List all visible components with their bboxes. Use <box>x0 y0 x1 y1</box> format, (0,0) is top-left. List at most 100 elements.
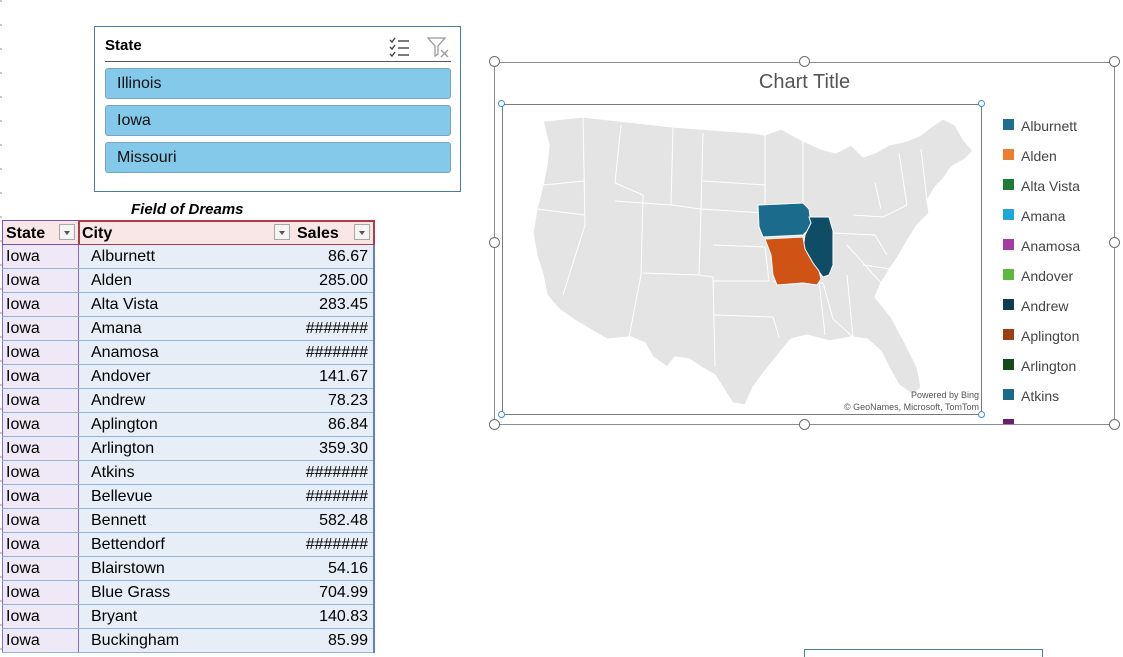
cell-sales[interactable]: 86.84 <box>328 413 368 437</box>
slicer-header: State <box>105 37 451 59</box>
cell-city[interactable]: Arlington <box>91 437 154 461</box>
cell-state[interactable]: Iowa <box>6 581 40 605</box>
cell-sales[interactable]: ####### <box>306 461 368 485</box>
cell-sales[interactable]: 141.67 <box>319 365 368 389</box>
clear-filter-icon[interactable] <box>426 35 450 59</box>
plot-handle-top-right[interactable] <box>978 100 985 107</box>
cell-state[interactable]: Iowa <box>6 341 40 365</box>
cell-city[interactable]: Andrew <box>91 389 145 413</box>
table-row[interactable]: Iowa Amana ####### <box>2 317 375 341</box>
table-row[interactable]: Iowa Andover 141.67 <box>2 365 375 389</box>
cell-state[interactable]: Iowa <box>6 389 40 413</box>
cell-sales[interactable]: 359.30 <box>319 437 368 461</box>
cell-sales[interactable]: 704.99 <box>319 581 368 605</box>
chart-legend[interactable]: Alburnett Alden Alta Vista Amana Anamosa Ando… <box>1000 112 1110 424</box>
legend-label: Anamosa <box>1021 238 1081 254</box>
cell-state[interactable]: Iowa <box>6 245 40 269</box>
cell-state[interactable]: Iowa <box>6 317 40 341</box>
plot-handle-top-left[interactable] <box>498 100 505 107</box>
legend-label: Andrew <box>1021 298 1069 314</box>
cell-sales[interactable]: 78.23 <box>328 389 368 413</box>
cell-city[interactable]: Blairstown <box>91 557 165 581</box>
cell-city[interactable]: Alden <box>91 269 132 293</box>
cell-city[interactable]: Andover <box>91 365 151 389</box>
cell-state[interactable]: Iowa <box>6 437 40 461</box>
resize-handle-top-left[interactable] <box>489 56 500 67</box>
slicer-item-missouri[interactable]: Missouri <box>105 142 451 173</box>
cell-city[interactable]: Aplington <box>91 413 158 437</box>
slicer-item-iowa[interactable]: Iowa <box>105 105 451 136</box>
legend-swatch <box>1003 179 1014 190</box>
table-row[interactable]: Iowa Alden 285.00 <box>2 269 375 293</box>
cell-sales[interactable]: 85.99 <box>328 629 368 653</box>
cell-state[interactable]: Iowa <box>6 509 40 533</box>
cell-sales[interactable]: ####### <box>306 485 368 509</box>
table-row[interactable]: Iowa Bennett 582.48 <box>2 509 375 533</box>
plot-area[interactable]: Powered by Bing © GeoNames, Microsoft, T… <box>502 104 982 415</box>
resize-handle-bottom-right[interactable] <box>1109 419 1120 430</box>
cell-city[interactable]: Buckingham <box>91 629 179 653</box>
cell-sales[interactable]: ####### <box>306 317 368 341</box>
cell-city[interactable]: Bettendorf <box>91 533 165 557</box>
cell-sales[interactable]: 54.16 <box>328 557 368 581</box>
filter-dropdown-city[interactable] <box>274 224 290 240</box>
plot-handle-bottom-left[interactable] <box>498 411 505 418</box>
table-row[interactable]: Iowa Anamosa ####### <box>2 341 375 365</box>
cell-city[interactable]: Bryant <box>91 605 137 629</box>
table-row[interactable]: Iowa Blairstown 54.16 <box>2 557 375 581</box>
resize-handle-bottom[interactable] <box>799 419 810 430</box>
filter-dropdown-state[interactable] <box>59 224 75 240</box>
table-row[interactable]: Iowa Alta Vista 283.45 <box>2 293 375 317</box>
resize-handle-right[interactable] <box>1109 237 1120 248</box>
state-slicer[interactable]: State Illinois Iowa Missouri <box>94 26 461 192</box>
cell-state[interactable]: Iowa <box>6 605 40 629</box>
resize-handle-bottom-left[interactable] <box>489 419 500 430</box>
table-title: Field of Dreams <box>131 201 244 218</box>
cell-state[interactable]: Iowa <box>6 293 40 317</box>
table-header-row: State City Sales <box>2 220 375 245</box>
table-row[interactable]: Iowa Aplington 86.84 <box>2 413 375 437</box>
cell-state[interactable]: Iowa <box>6 461 40 485</box>
cell-state[interactable]: Iowa <box>6 557 40 581</box>
cell-sales[interactable]: 283.45 <box>319 293 368 317</box>
cell-sales[interactable]: 582.48 <box>319 509 368 533</box>
table-row[interactable]: Iowa Arlington 359.30 <box>2 437 375 461</box>
table-row[interactable]: Iowa Bettendorf ####### <box>2 533 375 557</box>
table-row[interactable]: Iowa Andrew 78.23 <box>2 389 375 413</box>
cell-city[interactable]: Bennett <box>91 509 146 533</box>
legend-label: Andover <box>1021 268 1074 284</box>
cell-city[interactable]: Atkins <box>91 461 135 485</box>
table-row[interactable]: Iowa Atkins ####### <box>2 461 375 485</box>
multi-select-icon[interactable] <box>387 35 411 59</box>
plot-handle-bottom-right[interactable] <box>978 411 985 418</box>
cell-city[interactable]: Alta Vista <box>91 293 158 317</box>
cell-sales[interactable]: ####### <box>306 533 368 557</box>
filter-dropdown-sales[interactable] <box>354 224 370 240</box>
cell-sales[interactable]: ####### <box>306 341 368 365</box>
cell-state[interactable]: Iowa <box>6 629 40 653</box>
cell-city[interactable]: Anamosa <box>91 341 159 365</box>
cell-city[interactable]: Blue Grass <box>91 581 170 605</box>
resize-handle-top-right[interactable] <box>1109 56 1120 67</box>
table-row[interactable]: Iowa Bellevue ####### <box>2 485 375 509</box>
cell-state[interactable]: Iowa <box>6 533 40 557</box>
table-row[interactable]: Iowa Buckingham 85.99 <box>2 629 375 653</box>
chart-title[interactable]: Chart Title <box>495 71 1114 94</box>
resize-handle-left[interactable] <box>489 237 500 248</box>
header-sales: Sales <box>297 225 339 242</box>
cell-state[interactable]: Iowa <box>6 269 40 293</box>
cell-state[interactable]: Iowa <box>6 413 40 437</box>
cell-sales[interactable]: 86.67 <box>328 245 368 269</box>
cell-state[interactable]: Iowa <box>6 365 40 389</box>
resize-handle-top[interactable] <box>799 56 810 67</box>
table-row[interactable]: Iowa Bryant 140.83 <box>2 605 375 629</box>
slicer-item-illinois[interactable]: Illinois <box>105 68 451 99</box>
cell-sales[interactable]: 140.83 <box>319 605 368 629</box>
cell-sales[interactable]: 285.00 <box>319 269 368 293</box>
cell-city[interactable]: Amana <box>91 317 142 341</box>
cell-city[interactable]: Bellevue <box>91 485 152 509</box>
table-row[interactable]: Iowa Blue Grass 704.99 <box>2 581 375 605</box>
cell-city[interactable]: Alburnett <box>91 245 155 269</box>
table-row[interactable]: Iowa Alburnett 86.67 <box>2 245 375 269</box>
cell-state[interactable]: Iowa <box>6 485 40 509</box>
